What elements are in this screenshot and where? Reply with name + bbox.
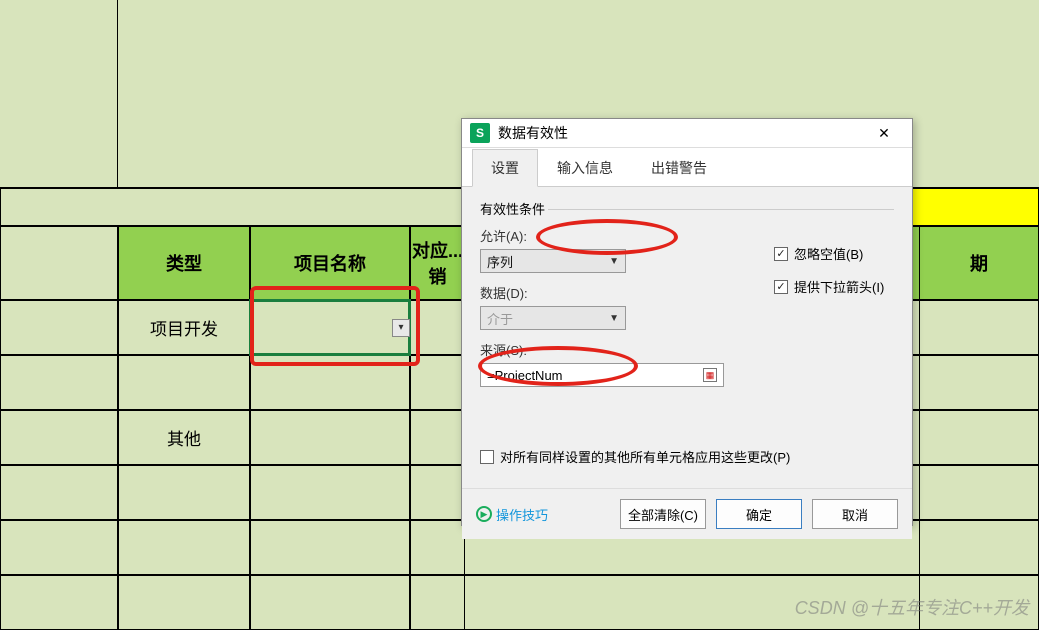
- cell[interactable]: [410, 300, 465, 355]
- range-picker-icon[interactable]: ▦: [703, 368, 717, 382]
- cell[interactable]: [118, 575, 250, 630]
- cell[interactable]: [118, 520, 250, 575]
- apply-all-label: 对所有同样设置的其他所有单元格应用这些更改(P): [500, 447, 790, 466]
- cell[interactable]: [118, 465, 250, 520]
- cell[interactable]: [410, 575, 465, 630]
- play-icon: ▶: [476, 506, 492, 522]
- provide-dropdown-checkbox[interactable]: ✓ 提供下拉箭头(I): [774, 277, 884, 296]
- cell-type[interactable]: 其他: [118, 410, 250, 465]
- apply-all-checkbox[interactable]: 对所有同样设置的其他所有单元格应用这些更改(P): [480, 447, 894, 466]
- dialog-footer: ▶ 操作技巧 全部清除(C) 确定 取消: [462, 488, 912, 539]
- ignore-blank-checkbox[interactable]: ✓ 忽略空值(B): [774, 244, 884, 263]
- dialog-body: 有效性条件 允许(A): 序列 ▼ 数据(D): 介于 ▼ 来源(S): =Pr…: [462, 187, 912, 488]
- cell[interactable]: [919, 520, 1039, 575]
- tips-link[interactable]: ▶ 操作技巧: [476, 505, 548, 524]
- ok-button[interactable]: 确定: [716, 499, 802, 529]
- cell[interactable]: [250, 520, 410, 575]
- ignore-blank-label: 忽略空值(B): [794, 244, 863, 263]
- cell[interactable]: [250, 355, 410, 410]
- cell[interactable]: [919, 465, 1039, 520]
- blank-cell[interactable]: [0, 300, 118, 355]
- chevron-down-icon: ▼: [609, 313, 619, 324]
- cell-type[interactable]: [118, 355, 250, 410]
- watermark: CSDN @十五年专注C++开发: [795, 594, 1029, 620]
- blank-cell[interactable]: [0, 575, 118, 630]
- section-label: 有效性条件: [480, 199, 894, 218]
- cell[interactable]: [250, 410, 410, 465]
- header-type[interactable]: 类型: [118, 226, 250, 300]
- chevron-down-icon: ▼: [609, 256, 619, 267]
- header-right[interactable]: 期: [919, 226, 1039, 300]
- source-value: =ProjectNum: [487, 368, 563, 383]
- cell[interactable]: [250, 465, 410, 520]
- blank-cell[interactable]: [0, 226, 118, 300]
- app-icon: S: [470, 123, 490, 143]
- data-label: 数据(D):: [480, 283, 724, 302]
- checkbox-icon: ✓: [774, 247, 788, 261]
- tips-label: 操作技巧: [496, 505, 548, 524]
- cell[interactable]: [919, 355, 1039, 410]
- tab-error-alert[interactable]: 出错警告: [632, 149, 726, 187]
- allow-label: 允许(A):: [480, 226, 724, 245]
- data-value: 介于: [487, 309, 513, 328]
- header-project-name[interactable]: 项目名称: [250, 226, 410, 300]
- cell-type[interactable]: 项目开发: [118, 300, 250, 355]
- checkbox-icon: [480, 450, 494, 464]
- cell-project-selected[interactable]: [250, 300, 410, 355]
- dialog-tabs: 设置 输入信息 出错警告: [462, 148, 912, 187]
- cell[interactable]: [410, 355, 465, 410]
- data-combo[interactable]: 介于 ▼: [480, 306, 626, 330]
- close-button[interactable]: ✕: [864, 119, 904, 147]
- checkbox-icon: ✓: [774, 280, 788, 294]
- tab-input-msg[interactable]: 输入信息: [538, 149, 632, 187]
- blank-cell[interactable]: [0, 355, 118, 410]
- allow-value: 序列: [487, 252, 513, 271]
- cell[interactable]: [919, 410, 1039, 465]
- blank-cell[interactable]: [0, 410, 118, 465]
- allow-combo[interactable]: 序列 ▼: [480, 249, 626, 273]
- cell[interactable]: [250, 575, 410, 630]
- dialog-titlebar[interactable]: S 数据有效性 ✕: [462, 119, 912, 148]
- data-validation-dialog: S 数据有效性 ✕ 设置 输入信息 出错警告 有效性条件 允许(A): 序列 ▼…: [461, 118, 913, 526]
- dropdown-button[interactable]: [392, 319, 410, 337]
- blank-cell[interactable]: [0, 188, 520, 226]
- source-label: 来源(S):: [480, 340, 724, 359]
- tab-settings[interactable]: 设置: [472, 149, 538, 187]
- blank-cell[interactable]: [0, 520, 118, 575]
- cell[interactable]: [410, 410, 465, 465]
- blank-cell[interactable]: [0, 465, 118, 520]
- cancel-button[interactable]: 取消: [812, 499, 898, 529]
- cell[interactable]: [410, 465, 465, 520]
- cell[interactable]: [919, 300, 1039, 355]
- provide-dropdown-label: 提供下拉箭头(I): [794, 277, 884, 296]
- dialog-title: 数据有效性: [498, 123, 568, 143]
- clear-all-button[interactable]: 全部清除(C): [620, 499, 706, 529]
- cell[interactable]: [410, 520, 465, 575]
- header-corresp[interactable]: 对应... 销: [410, 226, 465, 300]
- source-input[interactable]: =ProjectNum ▦: [480, 363, 724, 387]
